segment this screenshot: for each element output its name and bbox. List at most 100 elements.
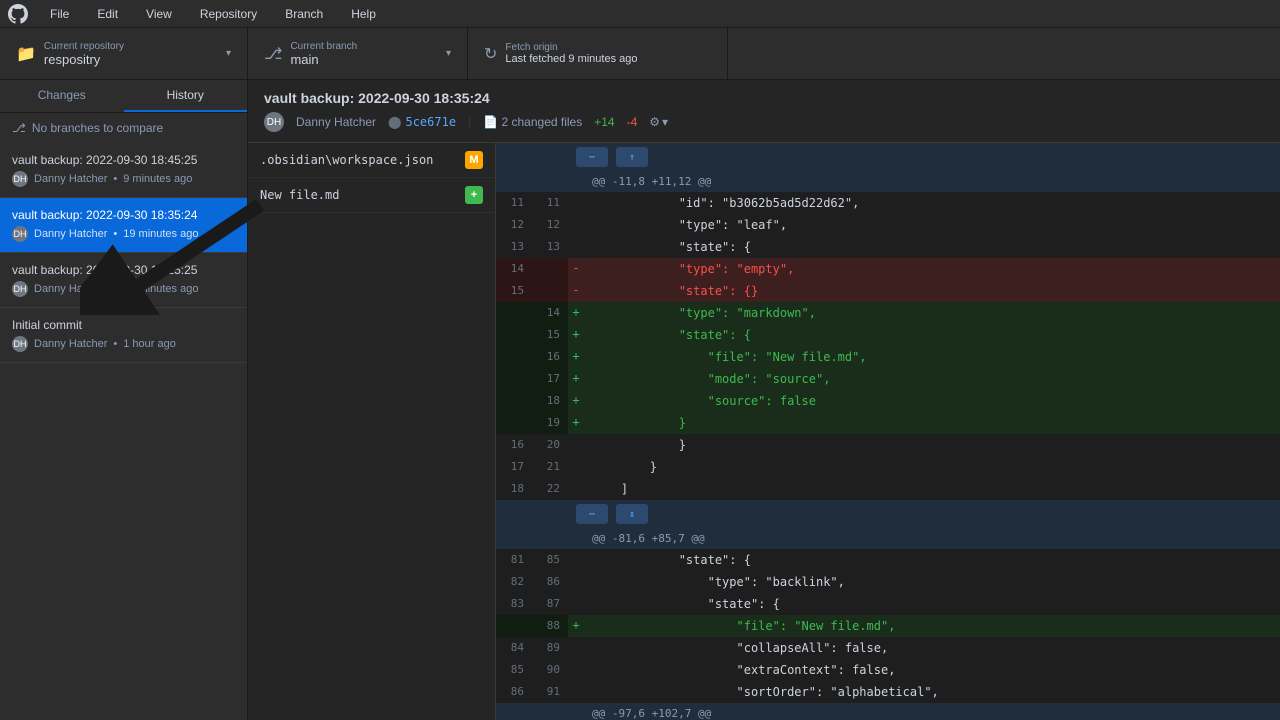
line-num-old: 82 (496, 571, 532, 593)
diff-line-content: } (584, 412, 1280, 434)
file-added-badge: + (465, 186, 483, 204)
commit-header-meta: DH Danny Hatcher ⬤ 5ce671e | 📄 2 changed… (264, 112, 1264, 132)
line-num-new: 13 (532, 236, 568, 258)
diff-line-content: "sortOrder": "alphabetical", (584, 681, 1280, 703)
diff-marker (568, 593, 584, 615)
diff-line-content: } (584, 434, 1280, 456)
menu-repository[interactable]: Repository (194, 5, 263, 23)
commit-item[interactable]: vault backup: 2022-09-30 18:25:25 DH Dan… (0, 253, 247, 308)
diff-row: 1111 "id": "b3062b5ad5d22d62", (496, 192, 1280, 214)
line-num-new: 16 (532, 346, 568, 368)
no-branches-bar: ⎇ No branches to compare (0, 113, 247, 143)
diff-settings-button[interactable]: ⚙ ▾ (649, 115, 668, 129)
line-num-new: 14 (532, 302, 568, 324)
diff-marker (568, 456, 584, 478)
gear-icon: ⚙ (649, 115, 660, 129)
diff-area: .obsidian\workspace.json M New file.md +… (248, 143, 1280, 720)
line-num-old (496, 390, 532, 412)
commit-item[interactable]: vault backup: 2022-09-30 18:45:25 DH Dan… (0, 143, 247, 198)
diff-row: 15+ "state": { (496, 324, 1280, 346)
diff-line-content: "source": false (584, 390, 1280, 412)
diff-line-content: "type": "markdown", (584, 302, 1280, 324)
diff-marker: + (568, 412, 584, 434)
commit-item[interactable]: vault backup: 2022-09-30 18:35:24 DH Dan… (0, 198, 247, 253)
diff-marker: + (568, 615, 584, 637)
diff-hunk-3-header: @@ -97,6 +102,7 @@ (496, 703, 1280, 720)
line-num-new: 22 (532, 478, 568, 500)
changed-files-label: 📄 2 changed files (483, 115, 582, 129)
line-num-old (496, 302, 532, 324)
menu-edit[interactable]: Edit (91, 5, 124, 23)
menu-help[interactable]: Help (345, 5, 382, 23)
commit-list: vault backup: 2022-09-30 18:45:25 DH Dan… (0, 143, 247, 363)
tab-changes[interactable]: Changes (0, 80, 124, 112)
commit-title: vault backup: 2022-09-30 18:25:25 (12, 263, 235, 277)
commit-time-val: 19 minutes ago (123, 228, 198, 240)
current-repo-button[interactable]: 📁 Current repository respositry ▾ (0, 28, 248, 79)
diff-line-content: "state": { (584, 549, 1280, 571)
diff-marker (568, 549, 584, 571)
commit-detail-author: Danny Hatcher (296, 115, 376, 129)
diff-line-content: "type": "backlink", (584, 571, 1280, 593)
fetch-origin-button[interactable]: ↻ Fetch origin Last fetched 9 minutes ag… (468, 28, 728, 79)
diff-line-content: "file": "New file.md", (584, 346, 1280, 368)
diff-row: 15- "state": {} (496, 280, 1280, 302)
commit-time-val: 1 hour ago (123, 338, 176, 350)
diff-marker (568, 681, 584, 703)
expand-button[interactable]: ⋯ (576, 147, 608, 167)
diff-row: 19+ } (496, 412, 1280, 434)
branch-name: main (290, 52, 357, 67)
diff-marker (568, 214, 584, 236)
menu-branch[interactable]: Branch (279, 5, 329, 23)
avatar: DH (12, 281, 28, 297)
diff-hunk-2-header: @@ -81,6 +85,7 @@ (496, 528, 1280, 549)
diff-line-content: "state": {} (584, 280, 1280, 302)
diff-row: 1212 "type": "leaf", (496, 214, 1280, 236)
commit-time: • (113, 283, 117, 295)
diff-line-content: "type": "leaf", (584, 214, 1280, 236)
file-change-icon: 📄 (483, 115, 498, 129)
diff-row: 14- "type": "empty", (496, 258, 1280, 280)
diff-row: 1721 } (496, 456, 1280, 478)
repo-icon: 📁 (16, 44, 36, 64)
line-num-old: 86 (496, 681, 532, 703)
fetch-icon: ↻ (484, 44, 497, 64)
diff-marker: + (568, 346, 584, 368)
line-num-old (496, 368, 532, 390)
expand-button-2[interactable]: ⋯ (576, 504, 608, 524)
commit-author: Danny Hatcher (34, 228, 107, 240)
fetch-label: Fetch origin (505, 42, 637, 53)
current-branch-button[interactable]: ⎇ Current branch main ▾ (248, 28, 468, 79)
expand-down-button[interactable]: ↕ (616, 504, 648, 524)
commit-author: Danny Hatcher (34, 173, 107, 185)
line-num-old: 84 (496, 637, 532, 659)
file-item[interactable]: New file.md + (248, 178, 495, 213)
avatar: DH (12, 171, 28, 187)
line-num-new: 18 (532, 390, 568, 412)
diff-row: 8489 "collapseAll": false, (496, 637, 1280, 659)
diff-row: 1822 ] (496, 478, 1280, 500)
tab-history[interactable]: History (124, 80, 248, 112)
expand-up-button[interactable]: ↑ (616, 147, 648, 167)
avatar: DH (12, 226, 28, 242)
commit-item[interactable]: Initial commit DH Danny Hatcher • 1 hour… (0, 308, 247, 363)
line-num-new: 20 (532, 434, 568, 456)
menu-view[interactable]: View (140, 5, 178, 23)
diff-line-content: "file": "New file.md", (584, 615, 1280, 637)
diff-row: 14+ "type": "markdown", (496, 302, 1280, 324)
line-num-old: 83 (496, 593, 532, 615)
line-num-new: 12 (532, 214, 568, 236)
line-num-old: 85 (496, 659, 532, 681)
hunk-3-label: @@ -97,6 +102,7 @@ (592, 707, 711, 720)
diff-line-content: "state": { (584, 236, 1280, 258)
diff-line-content: "collapseAll": false, (584, 637, 1280, 659)
author-avatar: DH (264, 112, 284, 132)
menu-file[interactable]: File (44, 5, 75, 23)
diff-row: 88+ "file": "New file.md", (496, 615, 1280, 637)
line-num-new: 15 (532, 324, 568, 346)
diff-row: 1313 "state": { (496, 236, 1280, 258)
commit-author: Danny Hatcher (34, 283, 107, 295)
file-item[interactable]: .obsidian\workspace.json M (248, 143, 495, 178)
diff-marker (568, 637, 584, 659)
diff-marker: + (568, 390, 584, 412)
